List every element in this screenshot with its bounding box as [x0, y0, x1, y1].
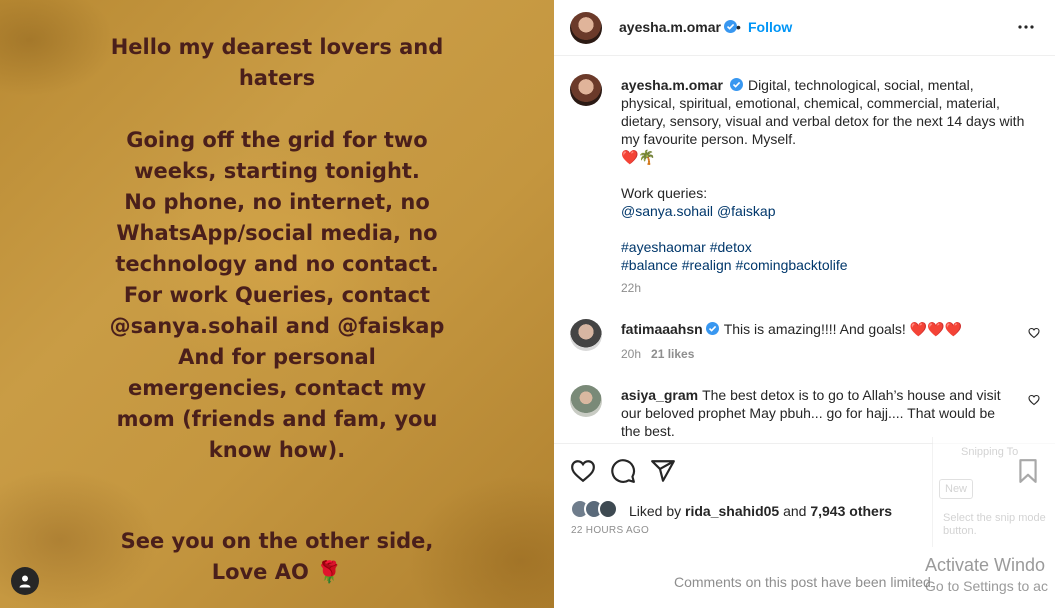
hashtag-link[interactable]: #balance [621, 257, 678, 273]
hashtag-link[interactable]: #comingbacktolife [735, 257, 847, 273]
image-text-body: Going off the grid for two weeks, starti… [0, 125, 554, 466]
separator-dot: • [736, 19, 741, 35]
image-text-line: know how). [208, 438, 346, 462]
hashtag-link[interactable]: #detox [710, 239, 752, 255]
image-text-line: @sanya.sohail and @faiskap [109, 314, 445, 338]
image-text-line: haters [238, 66, 316, 90]
comment-text: This is amazing!!!! And goals! ❤️❤️❤️ [723, 321, 962, 337]
comment-meta: 20h 21 likes [621, 347, 694, 361]
image-text-line: WhatsApp/social media, no [116, 221, 438, 245]
hashtag-link[interactable]: #realign [682, 257, 732, 273]
activate-windows-watermark: Activate Windo Go to Settings to ac [925, 555, 1048, 594]
comment-time[interactable]: 20h [621, 347, 641, 361]
header-username-wrap: ayesha.m.omar [619, 19, 737, 37]
liked-user-link[interactable]: rida_shahid05 [685, 503, 779, 519]
comments-limited-notice: Comments on this post have been limited [674, 574, 931, 590]
snipping-tool-title: Snipping To [961, 446, 1019, 458]
avatar [598, 499, 618, 519]
snipping-new-button[interactable]: New [939, 479, 974, 499]
comment-username[interactable]: fatimaaahsn [621, 321, 703, 337]
comment-likes[interactable]: 21 likes [651, 347, 694, 361]
image-text-line: Love AO 🌹 [211, 560, 343, 584]
liked-by-text: Liked by rida_shahid05 and 7,943 others [629, 503, 892, 519]
hashtag-link[interactable]: #ayeshaomar [621, 239, 706, 255]
liked-and: and [783, 503, 807, 519]
image-text-line: For work Queries, contact [123, 283, 431, 307]
image-text-line: Going off the grid for two [126, 128, 428, 152]
comment-text-wrap: asiya_gram The best detox is to go to All… [621, 386, 1001, 440]
post-caption: ayesha.m.omar Digital, technological, soc… [621, 76, 1031, 274]
image-text-signoff: See you on the other side, Love AO 🌹 [0, 526, 554, 588]
image-text-line: Hello my dearest lovers and [110, 35, 444, 59]
like-comment-heart-icon[interactable] [1028, 394, 1040, 406]
like-heart-icon[interactable] [570, 458, 596, 484]
mention-link[interactable]: @faiskap [717, 203, 776, 219]
share-paper-plane-icon[interactable] [650, 458, 676, 484]
tagged-user-button[interactable] [11, 567, 39, 595]
caption-username[interactable]: ayesha.m.omar [621, 77, 723, 93]
post-image[interactable]: Hello my dearest lovers and haters Going… [0, 0, 554, 608]
activate-windows-subtitle: Go to Settings to ac [925, 578, 1048, 594]
post-header: ayesha.m.omar • Follow [554, 0, 1055, 56]
snipping-tool-window[interactable]: Snipping To New Select the snip mode but… [932, 437, 1055, 547]
user-icon [19, 575, 31, 588]
image-text-line: And for personal [178, 345, 376, 369]
work-queries-label: Work queries: [621, 185, 708, 201]
mention-link[interactable]: @sanya.sohail [621, 203, 713, 219]
caption-emoji: ❤️🌴 [621, 149, 656, 165]
avatar[interactable] [570, 74, 602, 106]
verified-badge-icon [705, 322, 719, 335]
snipping-tool-message: Select the snip mode button. [943, 512, 1046, 537]
image-text-line: emergencies, contact my [127, 376, 427, 400]
post-date[interactable]: 22 HOURS AGO [571, 525, 649, 536]
image-text-line: mom (friends and fam, you [116, 407, 438, 431]
liked-others-link[interactable]: 7,943 others [810, 503, 892, 519]
verified-badge-icon [729, 78, 743, 91]
header-username[interactable]: ayesha.m.omar [619, 19, 721, 35]
image-text-line: technology and no contact. [115, 252, 439, 276]
like-comment-heart-icon[interactable] [1028, 327, 1040, 339]
image-text-line: weeks, starting tonight. [134, 159, 420, 183]
image-text-line: No phone, no internet, no [124, 190, 430, 214]
more-options-icon[interactable] [1016, 17, 1036, 37]
caption-time[interactable]: 22h [621, 281, 641, 295]
avatar[interactable] [570, 319, 602, 351]
follow-button[interactable]: Follow [748, 19, 792, 35]
image-text-line: See you on the other side, [120, 529, 434, 553]
verified-badge-icon [723, 20, 737, 33]
avatar[interactable] [570, 12, 602, 44]
activate-windows-title: Activate Windo [925, 555, 1046, 575]
comment-username[interactable]: asiya_gram [621, 387, 698, 403]
image-text-greeting: Hello my dearest lovers and haters [0, 32, 554, 94]
liked-prefix: Liked by [629, 503, 682, 519]
comments-feed[interactable]: ayesha.m.omar Digital, technological, soc… [554, 57, 1055, 442]
avatar[interactable] [570, 385, 602, 417]
comment-bubble-icon[interactable] [610, 458, 636, 484]
comment-text-wrap: fatimaaahsn This is amazing!!!! And goals… [621, 320, 1001, 338]
